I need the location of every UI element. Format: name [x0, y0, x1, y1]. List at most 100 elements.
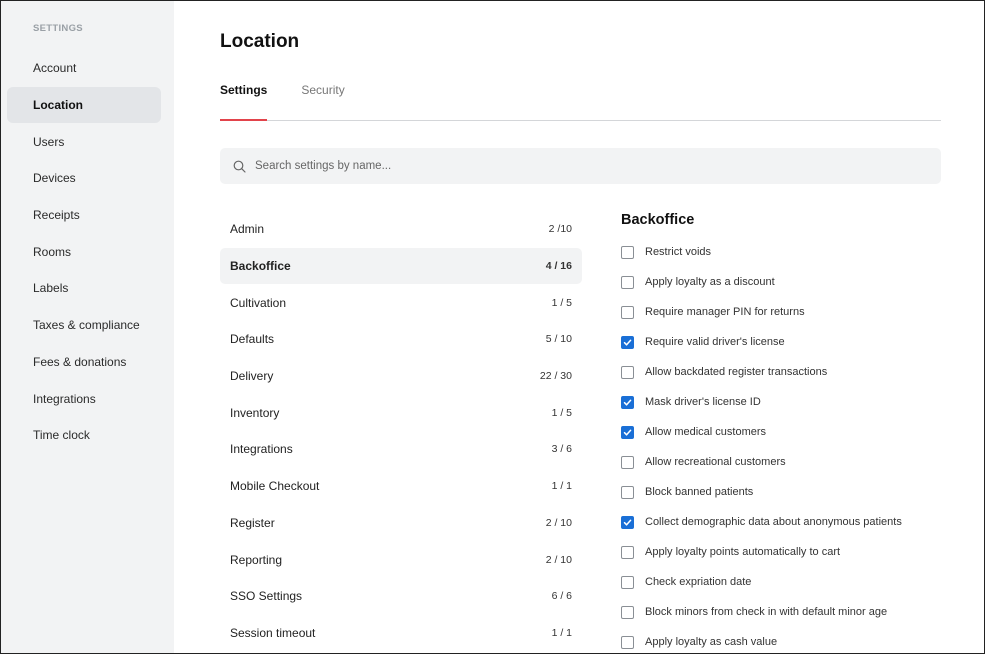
search-icon — [233, 160, 246, 173]
option-allow-backdated-register-transactions[interactable]: Allow backdated register transactions — [621, 357, 941, 387]
panel-title: Backoffice — [621, 212, 695, 228]
category-integrations[interactable]: Integrations 3 / 6 — [220, 431, 582, 468]
sidebar-item-account[interactable]: Account — [7, 50, 161, 87]
category-defaults[interactable]: Defaults 5 / 10 — [220, 321, 582, 358]
checkbox[interactable] — [621, 275, 634, 289]
option-apply-loyalty-as-a-discount[interactable]: Apply loyalty as a discount — [621, 267, 941, 297]
checkbox[interactable] — [621, 515, 634, 529]
option-label: Block banned patients — [645, 486, 754, 498]
option-apply-loyalty-points-automatically-to-cart[interactable]: Apply loyalty points automatically to ca… — [621, 537, 941, 567]
category-label: Register — [230, 515, 275, 530]
checkbox[interactable] — [621, 425, 634, 439]
sidebar-item-taxes-and-compliance[interactable]: Taxes & compliance — [7, 307, 161, 344]
category-count: 2 /10 — [548, 223, 572, 236]
search-input[interactable] — [255, 160, 855, 172]
category-label: Delivery — [230, 369, 274, 384]
option-label: Apply loyalty as cash value — [645, 636, 778, 648]
category-mobile-checkout[interactable]: Mobile Checkout 1 / 1 — [220, 468, 582, 505]
category-backoffice[interactable]: Backoffice 4 / 16 — [220, 247, 582, 285]
category-session-timeout[interactable]: Session timeout 1 / 1 — [220, 615, 582, 652]
category-count: 6 / 6 — [551, 590, 572, 603]
tab-security[interactable]: Security — [301, 79, 344, 120]
checkbox[interactable] — [621, 545, 634, 559]
option-label: Restrict voids — [645, 246, 712, 258]
option-allow-recreational-customers[interactable]: Allow recreational customers — [621, 447, 941, 477]
checkbox[interactable] — [621, 455, 634, 469]
page-title: Location — [220, 31, 300, 52]
checkbox[interactable] — [621, 365, 634, 379]
checkbox[interactable] — [621, 335, 634, 349]
checkbox[interactable] — [621, 395, 634, 409]
category-label: Backoffice — [230, 259, 291, 274]
category-inventory[interactable]: Inventory 1 / 5 — [220, 394, 582, 431]
sidebar-item-users[interactable]: Users — [7, 123, 161, 160]
sidebar-nav: Account Location Users Devices Receipts Rooms… — [1, 50, 174, 454]
option-allow-medical-customers[interactable]: Allow medical customers — [621, 417, 941, 447]
sidebar-item-time-clock[interactable]: Time clock — [7, 417, 161, 454]
sidebar-item-devices[interactable]: Devices — [7, 160, 161, 197]
checkbox[interactable] — [621, 485, 634, 499]
option-label: Allow medical customers — [645, 426, 767, 438]
category-count: 1 / 5 — [551, 296, 572, 309]
category-reporting[interactable]: Reporting 2 / 10 — [220, 541, 582, 578]
category-register[interactable]: Register 2 / 10 — [220, 505, 582, 542]
checkmark-icon — [623, 339, 632, 346]
category-label: Session timeout — [230, 625, 316, 640]
category-label: Reporting — [230, 552, 283, 567]
sidebar-item-integrations[interactable]: Integrations — [7, 380, 161, 417]
checkbox[interactable] — [621, 575, 634, 589]
category-count: 1 / 1 — [551, 480, 572, 493]
sidebar-item-labels[interactable]: Labels — [7, 270, 161, 307]
category-admin[interactable]: Admin 2 /10 — [220, 211, 582, 248]
category-label: Inventory — [230, 405, 280, 420]
category-label: Cultivation — [230, 295, 287, 310]
search-bar[interactable] — [220, 148, 941, 184]
category-label: SSO Settings — [230, 589, 303, 604]
checkmark-icon — [623, 519, 632, 526]
option-label: Block minors from check in with default … — [645, 606, 888, 618]
settings-columns: Admin 2 /10 Backoffice 4 / 16 Cultivation 1 /… — [220, 211, 941, 653]
category-count: 5 / 10 — [545, 333, 572, 346]
category-count: 2 / 10 — [545, 553, 572, 566]
sidebar-item-rooms[interactable]: Rooms — [7, 233, 161, 270]
option-label: Collect demographic data about anonymous… — [645, 516, 902, 528]
sidebar-item-fees-and-donations[interactable]: Fees & donations — [7, 344, 161, 381]
checkmark-icon — [623, 399, 632, 406]
option-label: Allow backdated register transactions — [645, 366, 828, 378]
option-mask-driver-s-license-id[interactable]: Mask driver's license ID — [621, 387, 941, 417]
option-block-minors-from-check-in-with-default-minor-age[interactable]: Block minors from check in with default … — [621, 597, 941, 627]
category-count: 22 / 30 — [539, 370, 572, 383]
settings-panel: Backoffice Restrict voids Apply loyalty a… — [621, 211, 941, 653]
checkmark-icon — [623, 429, 632, 436]
checkbox[interactable] — [621, 245, 634, 259]
category-label: Integrations — [230, 442, 293, 457]
option-label: Apply loyalty as a discount — [645, 276, 775, 288]
option-collect-demographic-data-about-anonymous-patients[interactable]: Collect demographic data about anonymous… — [621, 507, 941, 537]
tab-settings[interactable]: Settings — [220, 79, 268, 121]
option-label: Apply loyalty points automatically to ca… — [645, 546, 841, 558]
category-count: 1 / 1 — [551, 626, 572, 639]
main-content: Location Settings Security Admin 2 /10 Back… — [174, 1, 984, 653]
category-delivery[interactable]: Delivery 22 / 30 — [220, 358, 582, 395]
checkbox[interactable] — [621, 305, 634, 319]
checkbox[interactable] — [621, 605, 634, 619]
option-label: Require valid driver's license — [645, 336, 785, 348]
category-count: 1 / 5 — [551, 406, 572, 419]
option-apply-loyalty-as-cash-value[interactable]: Apply loyalty as cash value — [621, 627, 941, 653]
category-sso-settings[interactable]: SSO Settings 6 / 6 — [220, 578, 582, 615]
category-cultivation[interactable]: Cultivation 1 / 5 — [220, 284, 582, 321]
option-restrict-voids[interactable]: Restrict voids — [621, 237, 941, 267]
sidebar-heading: SETTINGS — [33, 23, 83, 34]
option-block-banned-patients[interactable]: Block banned patients — [621, 477, 941, 507]
category-count: 3 / 6 — [551, 443, 572, 456]
category-label: Admin — [230, 222, 265, 237]
option-check-expriation-date[interactable]: Check expriation date — [621, 567, 941, 597]
option-require-valid-driver-s-license[interactable]: Require valid driver's license — [621, 327, 941, 357]
tab-bar: Settings Security — [220, 79, 941, 121]
sidebar-item-location[interactable]: Location — [7, 86, 161, 124]
checkbox[interactable] — [621, 635, 634, 649]
category-label: Defaults — [230, 332, 275, 347]
option-require-manager-pin-for-returns[interactable]: Require manager PIN for returns — [621, 297, 941, 327]
category-label: Mobile Checkout — [230, 479, 320, 494]
sidebar-item-receipts[interactable]: Receipts — [7, 197, 161, 234]
